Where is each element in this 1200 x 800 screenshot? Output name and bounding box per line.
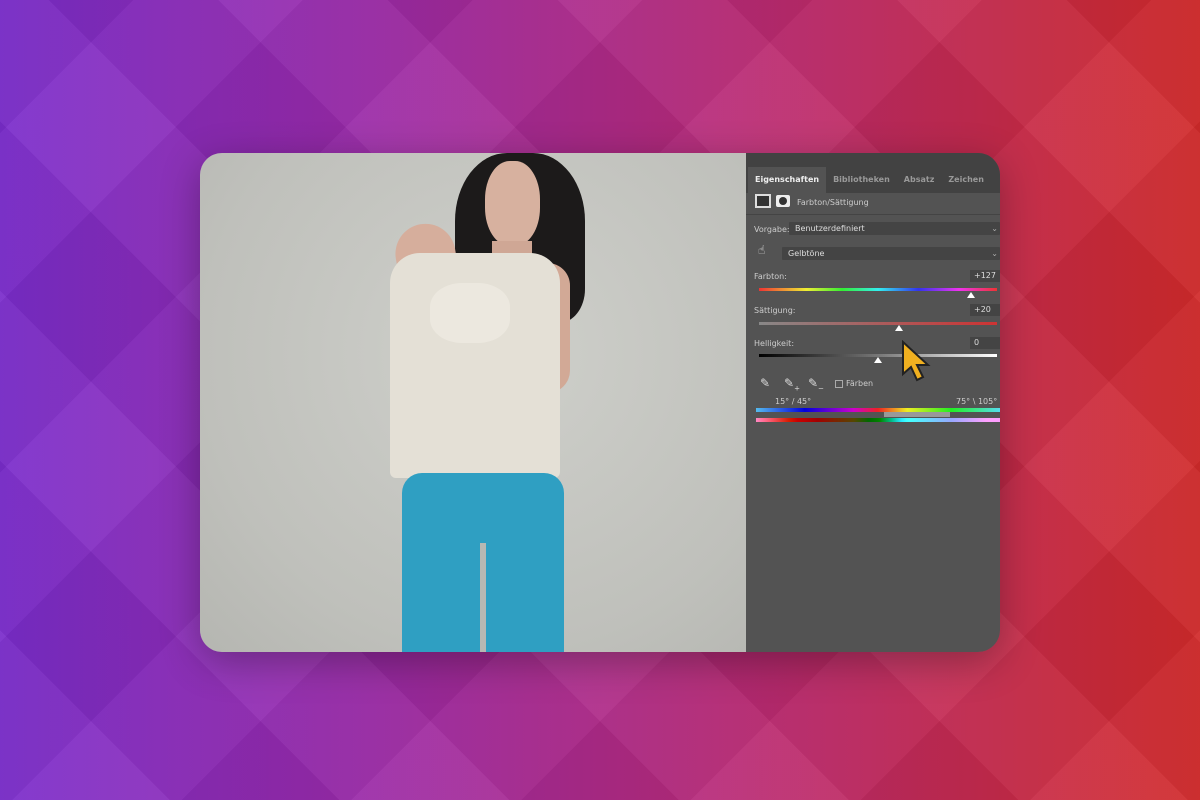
targeted-adjustment-hand-icon[interactable]: ☝ [758, 243, 765, 257]
range-left-label: 15° / 45° [775, 397, 812, 406]
panel-tabs: Eigenschaften Bibliotheken Absatz Zeiche… [746, 153, 1000, 193]
photo-canvas [200, 153, 746, 652]
properties-panel: Eigenschaften Bibliotheken Absatz Zeiche… [746, 153, 1000, 652]
colorize-label: Färben [846, 379, 874, 388]
tab-eigenschaften[interactable]: Eigenschaften [748, 167, 827, 193]
saturation-slider[interactable] [759, 322, 997, 325]
divider [746, 214, 1000, 215]
chevron-down-icon: ⌄ [991, 249, 998, 258]
adjustment-layer-icon[interactable] [755, 194, 771, 208]
hue-value[interactable]: +127 [970, 270, 1000, 282]
channel-value: Gelbtöne [788, 249, 825, 258]
hue-slider[interactable] [759, 288, 997, 291]
range-right-label: 75° \ 105° [956, 397, 998, 406]
saturation-label: Sättigung: [754, 306, 796, 315]
eyedropper-subtract-icon[interactable]: ✎− [808, 376, 824, 392]
tab-absatz[interactable]: Absatz [897, 167, 942, 193]
saturation-value[interactable]: +20 [970, 304, 1000, 316]
saturation-slider-thumb[interactable] [895, 325, 904, 331]
eyedropper-icon[interactable]: ✎ [760, 376, 770, 390]
channel-dropdown[interactable]: Gelbtöne ⌄ [782, 247, 1000, 260]
chevron-down-icon: ⌄ [991, 224, 998, 233]
app-window: Eigenschaften Bibliotheken Absatz Zeiche… [200, 153, 1000, 652]
adjustment-title: Farbton/Sättigung [797, 198, 869, 207]
hue-slider-thumb[interactable] [966, 292, 975, 298]
mask-icon[interactable] [776, 195, 790, 207]
lightness-value[interactable]: 0 [970, 337, 1000, 349]
lightness-slider-thumb[interactable] [874, 357, 882, 363]
mouse-cursor-icon [902, 340, 931, 382]
eyedropper-add-icon[interactable]: ✎+ [784, 376, 800, 392]
colorize-checkbox[interactable] [835, 380, 843, 388]
input-color-bar [756, 408, 1000, 412]
preset-label: Vorgabe: [754, 225, 790, 234]
preset-dropdown[interactable]: Benutzerdefiniert ⌄ [789, 222, 1000, 235]
tab-bibliotheken[interactable]: Bibliotheken [826, 167, 897, 193]
color-range-selector[interactable] [884, 412, 950, 417]
tab-zeichen[interactable]: Zeichen [941, 167, 991, 193]
output-color-bar [756, 418, 1000, 422]
hue-label: Farbton: [754, 272, 787, 281]
preset-value: Benutzerdefiniert [795, 224, 865, 233]
lightness-label: Helligkeit: [754, 339, 795, 348]
